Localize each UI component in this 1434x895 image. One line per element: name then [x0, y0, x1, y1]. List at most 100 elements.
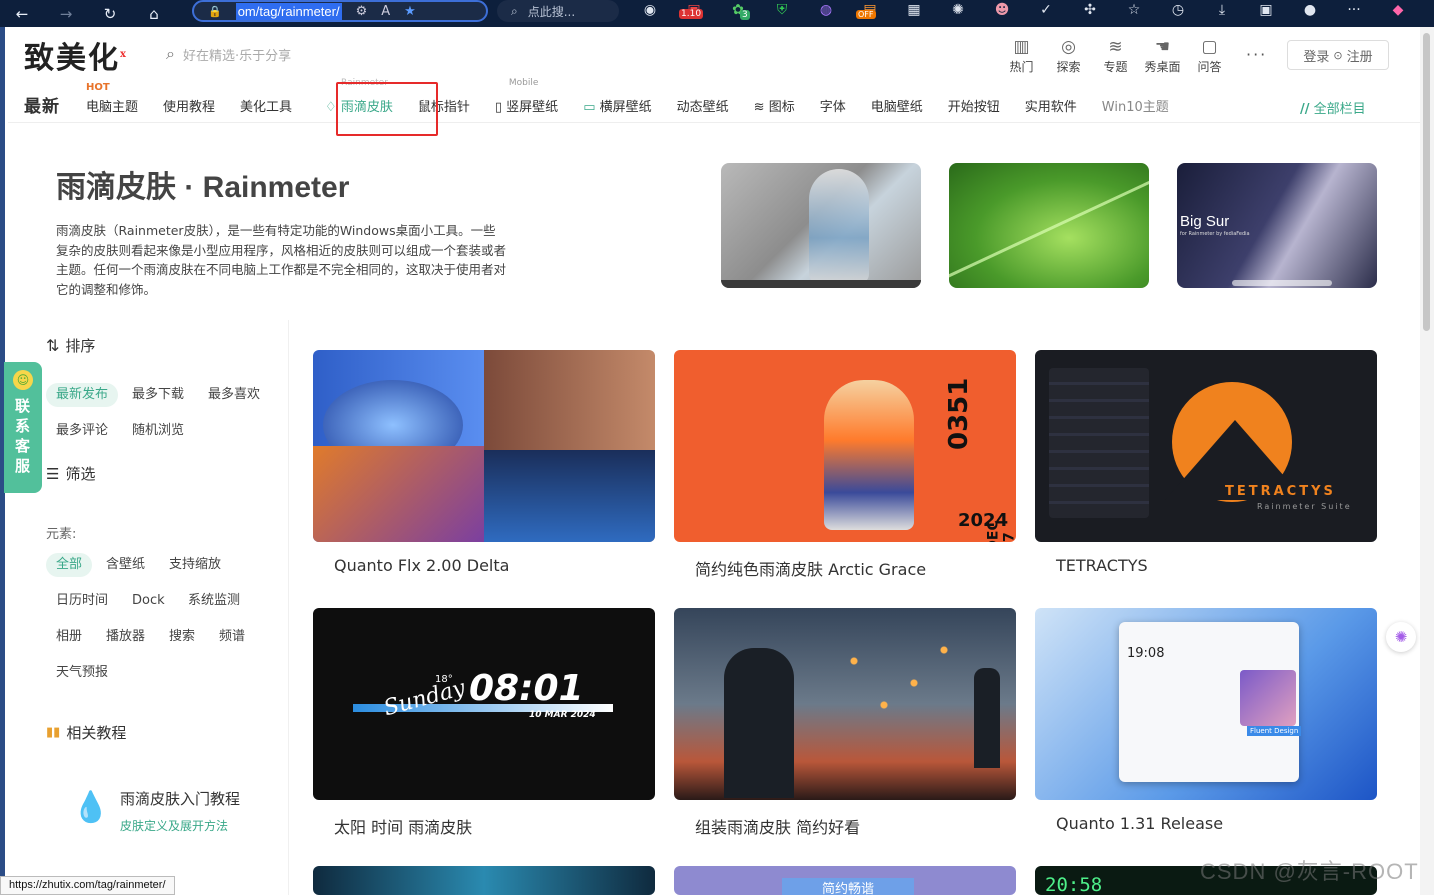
explore-link[interactable]: ◎ 探索	[1045, 37, 1092, 75]
showdesk-link[interactable]: ☚ 秀桌面	[1139, 37, 1186, 75]
ext-leaf-icon[interactable]: ✿	[716, 2, 760, 18]
ext-puzzle-icon[interactable]: ✣	[1068, 2, 1112, 18]
ext-check-icon[interactable]: ✓	[1024, 2, 1068, 18]
sort-newest[interactable]: 最新发布	[46, 383, 119, 407]
skin-card-1[interactable]: Quanto Flx 2.00 Delta	[313, 350, 655, 575]
browser-search[interactable]: ⌕ 点此搜...	[497, 0, 619, 22]
element-wallpaper[interactable]: 含壁纸	[96, 553, 155, 577]
tutorial-link[interactable]: 雨滴皮肤入门教程	[120, 788, 240, 809]
forward-icon[interactable]: →	[44, 5, 88, 23]
element-calendar[interactable]: 日历时间	[46, 589, 118, 613]
hot-link[interactable]: ▥ 热门	[998, 37, 1045, 75]
topic-label: 专题	[1103, 60, 1128, 74]
element-all[interactable]: 全部	[46, 553, 93, 577]
nav-start-button[interactable]: 开始按钮	[948, 96, 1000, 117]
element-scalable[interactable]: 支持缩放	[159, 553, 231, 577]
card-title[interactable]: Quanto 1.31 Release	[1035, 814, 1377, 833]
card-title[interactable]: 组装雨滴皮肤 简约好看	[674, 814, 1016, 838]
ext-gear-icon[interactable]: ✺	[936, 2, 980, 18]
ext-shield-icon[interactable]: ⛨	[760, 2, 804, 18]
card-title[interactable]: 太阳 时间 雨滴皮肤	[313, 814, 655, 838]
ext-box-icon[interactable]: ▦	[892, 2, 936, 18]
card-thumbnail[interactable]	[313, 350, 655, 542]
nav-pc-theme[interactable]: HOT 电脑主题	[86, 82, 138, 117]
card-title[interactable]: TETRACTYS	[1035, 556, 1377, 575]
nav-live-wallpaper[interactable]: 动态壁纸	[677, 96, 729, 117]
site-search[interactable]: ⌕ 好在精选·乐于分享	[166, 44, 291, 64]
element-search[interactable]: 搜索	[159, 625, 205, 649]
skin-card-3[interactable]: TETRACTYS Rainmeter Suite TETRACTYS	[1035, 350, 1377, 575]
element-monitor[interactable]: 系统监测	[178, 589, 250, 613]
card-title[interactable]: Quanto Flx 2.00 Delta	[313, 556, 655, 575]
preview-text: Big Sur	[1180, 213, 1230, 230]
register-link[interactable]: 注册	[1347, 46, 1373, 65]
watermark: CSDN @灰言-ROOT	[1200, 859, 1419, 884]
nav-mobile-wallpaper[interactable]: Mobile ▯ 竖屏壁纸	[495, 78, 558, 117]
element-spectrum[interactable]: 频谱	[209, 625, 255, 649]
login-link[interactable]: 登录	[1303, 46, 1329, 65]
sort-icon: ⇅	[46, 336, 60, 355]
skin-card-5[interactable]: 组装雨滴皮肤 简约好看	[674, 608, 1016, 838]
element-dock[interactable]: Dock	[122, 589, 175, 613]
back-icon[interactable]: ←	[0, 5, 44, 23]
topic-link[interactable]: ≋ 专题	[1092, 37, 1139, 75]
card-thumbnail[interactable]: 0351 DEC 17 2024	[674, 350, 1016, 542]
sort-random[interactable]: 随机浏览	[122, 419, 194, 443]
nav-software[interactable]: 实用软件	[1025, 96, 1077, 117]
history-icon[interactable]: ◷	[1156, 2, 1200, 18]
copilot-icon[interactable]: ◆	[1376, 2, 1420, 18]
nav-fonts[interactable]: 字体	[820, 96, 846, 117]
site-logo[interactable]: 致美化x	[24, 33, 128, 77]
extension-icon[interactable]: ⚙	[356, 4, 368, 19]
nav-pc-wallpaper[interactable]: 电脑壁纸	[871, 96, 923, 117]
more-button[interactable]: ···	[1246, 45, 1267, 64]
sort-most-comments[interactable]: 最多评论	[46, 419, 118, 443]
skin-card-6[interactable]: 19:08 Fluent Design Quanto 1.31 Release	[1035, 608, 1377, 833]
hero-preview-2[interactable]	[949, 163, 1149, 288]
scrollbar-thumb[interactable]	[1423, 33, 1430, 331]
nav-icons[interactable]: ≋ 图标	[754, 96, 795, 117]
hero-preview-3[interactable]: Big Sur for Rainmeter by fediaFedia	[1177, 163, 1377, 288]
nav-tutorial[interactable]: 使用教程	[163, 96, 215, 117]
url-text[interactable]: om/tag/rainmeter/	[235, 2, 342, 20]
hero-preview-1[interactable]	[721, 163, 921, 288]
download-icon[interactable]: ⤓	[1200, 2, 1244, 18]
favorite-star-icon[interactable]: ★	[404, 4, 416, 19]
card-thumbnail[interactable]: TETRACTYS Rainmeter Suite	[1035, 350, 1377, 542]
element-weather[interactable]: 天气预报	[46, 661, 118, 685]
ext-glasses-icon[interactable]: ◉	[628, 2, 672, 18]
address-bar[interactable]: 🔒 om/tag/rainmeter/ ⚙ A ★	[192, 0, 488, 22]
nav-desktop-wallpaper[interactable]: ▭ 横屏壁纸	[583, 96, 651, 117]
favorites-icon[interactable]: ☆	[1112, 2, 1156, 18]
card-thumbnail[interactable]: 19:08 Fluent Design	[1035, 608, 1377, 800]
nav-win10-theme[interactable]: Win10主题	[1102, 96, 1169, 117]
skin-card-8-thumbnail[interactable]: 简约畅谐	[674, 866, 1016, 895]
card-thumbnail[interactable]	[674, 608, 1016, 800]
sort-most-downloads[interactable]: 最多下载	[122, 383, 194, 407]
element-player[interactable]: 播放器	[96, 625, 155, 649]
home-icon[interactable]: ⌂	[132, 5, 176, 23]
skin-card-7-thumbnail[interactable]	[313, 866, 655, 895]
card-title[interactable]: 简约纯色雨滴皮肤 Arctic Grace	[674, 556, 1016, 580]
qa-link[interactable]: ▢ 问答	[1186, 37, 1233, 75]
skin-card-2[interactable]: 0351 DEC 17 2024 简约纯色雨滴皮肤 Arctic Grace	[674, 350, 1016, 580]
read-aloud-icon[interactable]: A	[381, 4, 390, 19]
profile-icon[interactable]: ●	[1288, 2, 1332, 18]
element-album[interactable]: 相册	[46, 625, 92, 649]
nav-beautify-tools[interactable]: 美化工具	[240, 96, 292, 117]
collections-icon[interactable]: ▣	[1244, 2, 1288, 18]
sort-most-likes[interactable]: 最多喜欢	[198, 383, 270, 407]
ext-monkey-icon[interactable]: ☻	[980, 2, 1024, 18]
card-thumbnail[interactable]: Sunday 08:01 18° 10 MAR 2024	[313, 608, 655, 800]
nav-all-columns[interactable]: // 全部栏目	[1300, 98, 1366, 117]
menu-dots-icon[interactable]: ···	[1332, 2, 1376, 18]
login-register[interactable]: 登录 ⊙ 注册	[1287, 40, 1389, 70]
skin-card-4[interactable]: Sunday 08:01 18° 10 MAR 2024 太阳 时间 雨滴皮肤	[313, 608, 655, 838]
thumb-art-big: 0351	[944, 377, 974, 450]
sort-title-text: 排序	[65, 337, 96, 355]
nav-label: 美化工具	[240, 100, 293, 115]
ext-globe-icon[interactable]: ◍	[804, 2, 848, 18]
ai-assistant-icon[interactable]: ✺	[1386, 622, 1416, 652]
refresh-icon[interactable]: ↻	[88, 5, 132, 23]
nav-newest[interactable]: 最新	[24, 92, 60, 117]
